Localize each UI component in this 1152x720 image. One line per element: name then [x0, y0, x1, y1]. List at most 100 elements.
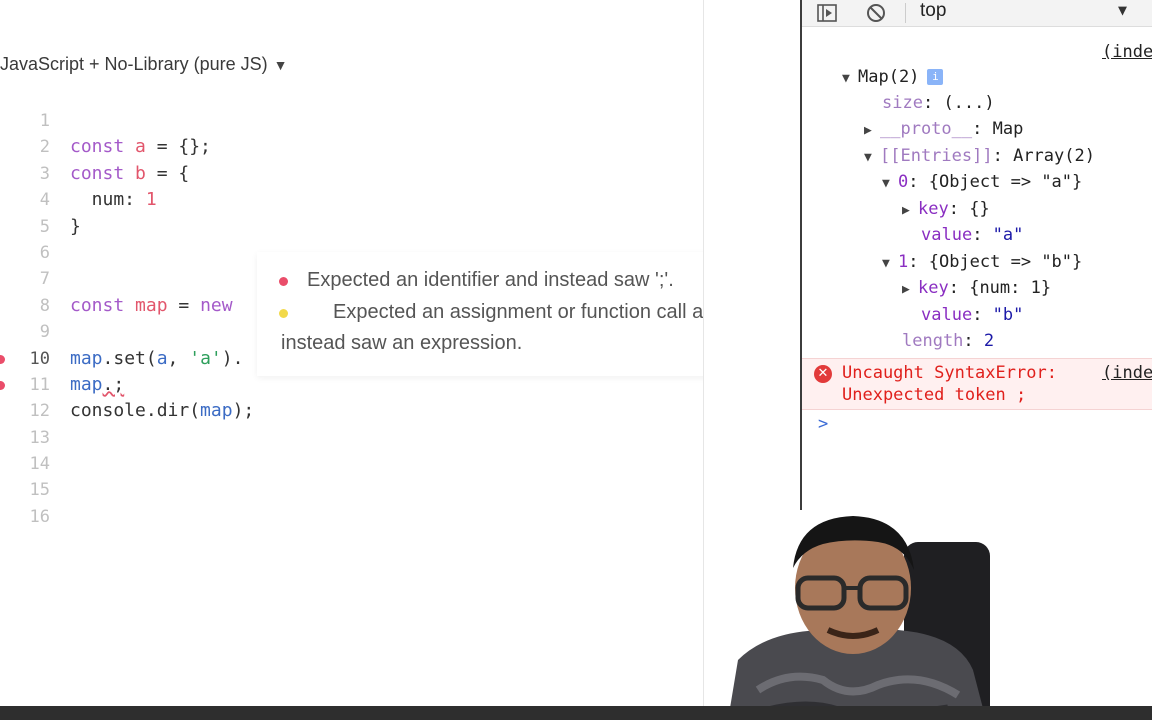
line-number: 6 — [39, 242, 50, 263]
code-text: = — [167, 294, 201, 316]
error-dot-icon — [279, 277, 288, 286]
context-select[interactable]: top — [920, 0, 946, 22]
code-line: 14 — [0, 451, 703, 477]
property-value: {} — [969, 199, 990, 219]
property-value: Map — [992, 119, 1024, 139]
line-number: 3 — [39, 163, 50, 184]
source-link[interactable]: (inde — [1102, 42, 1152, 62]
code-text: = { — [145, 162, 190, 184]
line-number: 10 — [29, 348, 50, 369]
code-text: , — [167, 347, 190, 369]
error-text-line1: Uncaught SyntaxError: — [842, 363, 1057, 383]
expand-triangle-icon[interactable]: ▼ — [864, 145, 880, 171]
sidebar-toggle-icon[interactable] — [816, 2, 838, 24]
expand-triangle-icon[interactable]: ▼ — [882, 171, 898, 197]
tree-row-entry-1[interactable]: ▼ 1: {Object => "b"} — [882, 249, 1082, 277]
property-key: size — [882, 93, 923, 113]
number-literal: 1 — [145, 189, 157, 211]
variable: a — [135, 136, 146, 158]
code-text: ). — [221, 347, 244, 369]
property-value: 2 — [983, 331, 995, 351]
tree-row-entries[interactable]: ▼ [[Entries]]: Array(2) — [864, 143, 1095, 171]
console-error-message: ✕ Uncaught SyntaxError: Unexpected token… — [802, 358, 1152, 410]
keyword: const — [70, 162, 125, 184]
code-text: num: — [70, 189, 146, 211]
property-key: value — [921, 225, 973, 245]
code-text: = {}; — [145, 136, 211, 158]
string-literal: 'a' — [189, 347, 222, 369]
code-text: .set( — [102, 347, 157, 369]
code-editor-panel: JavaScript + No-Library (pure JS) ▼ 1 2 co… — [0, 0, 797, 708]
identifier: map — [200, 400, 233, 422]
tree-row-entry-0-key[interactable]: ▶ key: {} — [902, 196, 990, 224]
error-icon: ✕ — [814, 365, 832, 383]
code-text: console — [70, 400, 146, 422]
property-value: (...) — [943, 93, 995, 113]
clear-console-icon[interactable] — [865, 2, 887, 24]
tree-row-entry-1-key[interactable]: ▶ key: {num: 1} — [902, 275, 1051, 303]
bottom-edge-bar — [0, 706, 1152, 720]
error-text-line2: Unexpected token ; — [842, 385, 1027, 405]
chevron-down-icon: ▼ — [273, 57, 288, 73]
property-value: "b" — [992, 305, 1024, 325]
code-line: 12 console.dir(map); — [0, 398, 703, 424]
tree-row-entry-0-value[interactable]: value: "a" — [921, 222, 1023, 248]
warning-dot-icon — [279, 309, 288, 318]
property-key: 0 — [898, 172, 909, 192]
property-value: {Object => "a"} — [928, 172, 1083, 192]
property-key: length — [902, 331, 964, 351]
property-value: {Object => "b"} — [928, 252, 1083, 272]
map-label: Map(2) — [858, 67, 920, 87]
line-number: 15 — [29, 480, 50, 501]
tree-row-size[interactable]: size: (...) — [882, 90, 995, 116]
property-value: "a" — [992, 225, 1024, 245]
language-select[interactable]: JavaScript + No-Library (pure JS) ▼ — [0, 54, 287, 75]
expand-triangle-icon[interactable]: ▼ — [842, 66, 858, 92]
code-text: } — [70, 215, 81, 237]
line-number: 16 — [29, 506, 50, 527]
property-key: key — [918, 278, 949, 298]
line-number: 2 — [39, 137, 50, 158]
code-line: 16 — [0, 504, 703, 530]
identifier: map — [70, 347, 103, 369]
line-number: 13 — [29, 427, 50, 448]
identifier: map — [70, 373, 103, 395]
language-label: JavaScript + No-Library (pure JS) — [0, 54, 268, 74]
code-line: 15 — [0, 477, 703, 503]
line-number: 1 — [39, 111, 50, 131]
editor-top-bar — [0, 0, 703, 38]
chevron-down-icon[interactable]: ▼ — [1118, 1, 1127, 19]
map-tree-root[interactable]: ▼ Map(2) i — [842, 64, 944, 92]
code-line: 3 const b = { — [0, 161, 703, 187]
console-prompt[interactable]: > — [818, 414, 828, 434]
line-number: 9 — [39, 322, 50, 343]
collapsed-triangle-icon[interactable]: ▶ — [864, 118, 880, 144]
line-number: 11 — [29, 374, 50, 395]
code-text: ); — [232, 400, 255, 422]
property-key: 1 — [898, 252, 909, 272]
error-squiggle: .; — [102, 373, 125, 395]
property-key: value — [921, 305, 973, 325]
tree-row-length[interactable]: length: 2 — [902, 328, 994, 354]
code-line: 5} — [0, 214, 703, 240]
error-source-link[interactable]: (inde — [1102, 363, 1152, 383]
code-line: 2 const a = {}; — [0, 134, 703, 160]
collapsed-triangle-icon[interactable]: ▶ — [902, 277, 918, 303]
line-number: 8 — [39, 295, 50, 316]
collapsed-triangle-icon[interactable]: ▶ — [902, 198, 918, 224]
code-line: 13 — [0, 425, 703, 451]
code-text: .dir( — [145, 400, 201, 422]
keyword: const — [70, 294, 125, 316]
keyword: const — [70, 136, 125, 158]
tree-row-entry-1-value[interactable]: value: "b" — [921, 302, 1023, 328]
tree-row-entry-0[interactable]: ▼ 0: {Object => "a"} — [882, 169, 1082, 197]
lint-error-text: Expected an identifier and instead saw '… — [307, 269, 674, 291]
code-line: 4 num: 1 — [0, 187, 703, 213]
tree-row-proto[interactable]: ▶ __proto__: Map — [864, 116, 1023, 144]
line-number: 5 — [39, 216, 50, 237]
property-value: {num: 1} — [969, 278, 1052, 298]
variable: map — [135, 294, 168, 316]
expand-triangle-icon[interactable]: ▼ — [882, 251, 898, 277]
info-icon[interactable]: i — [927, 69, 944, 85]
code-line: 1 — [0, 108, 703, 134]
